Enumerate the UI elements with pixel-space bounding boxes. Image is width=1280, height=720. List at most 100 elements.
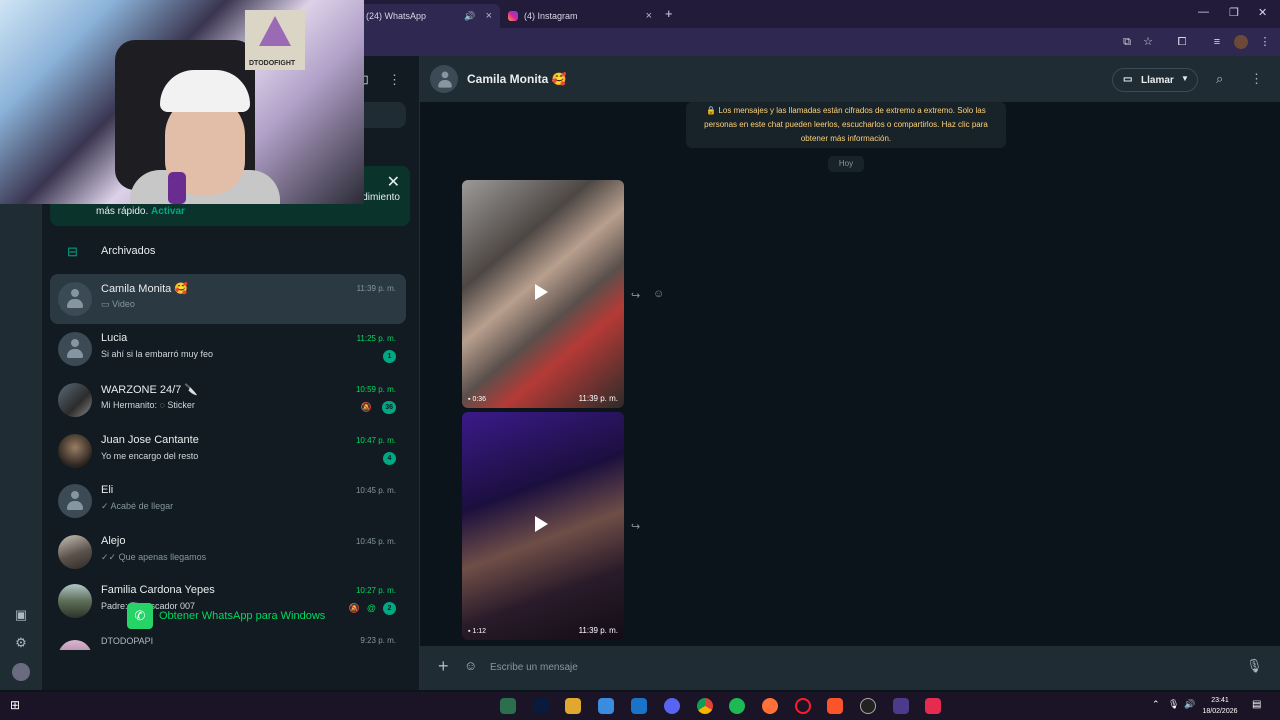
clock[interactable]: 23:41 18/02/2026 <box>1198 695 1242 717</box>
chat-preview: Yo me encargo del resto <box>101 451 199 461</box>
chrome-icon[interactable] <box>697 698 713 714</box>
chat-name: Familia Cardona Yepes <box>101 584 215 596</box>
chevron-down-icon: ▼ <box>1181 74 1189 83</box>
tray-mic-icon[interactable]: 🎙 <box>1168 699 1179 710</box>
settings-gear-icon[interactable]: ⚙ <box>12 634 30 652</box>
chat-item[interactable]: Alejo ✓✓ Que apenas llegamos 10:45 p. m. <box>50 527 406 577</box>
get-whatsapp-windows-link[interactable]: ✆ Obtener WhatsApp para Windows <box>127 603 337 629</box>
muted-bell-icon: 🔕 <box>348 603 360 613</box>
tab-instagram[interactable]: (4) Instagram × <box>500 4 660 28</box>
contact-avatar[interactable] <box>430 65 458 93</box>
chat-item[interactable]: DTODOPAPI 9:23 p. m. <box>50 628 406 650</box>
play-icon[interactable] <box>535 284 548 300</box>
profile-avatar-icon[interactable] <box>1234 35 1248 49</box>
opera-icon[interactable] <box>795 698 811 714</box>
avatar <box>58 383 92 417</box>
browser-menu-icon[interactable]: ⋮ <box>1258 35 1272 49</box>
bookmark-star-icon[interactable]: ☆ <box>1141 35 1155 49</box>
duration-text: 1:12 <box>472 628 487 635</box>
chat-item[interactable]: Juan Jose Cantante Yo me encargo del res… <box>50 426 406 476</box>
emoji-react-icon[interactable]: ☺ <box>653 288 664 300</box>
notice-text-line: más rápido. Activar <box>96 206 185 217</box>
chat-preview: ✓ Acabé de llegar <box>101 501 174 511</box>
poster: DTODOFIGHT <box>245 10 305 70</box>
tray-volume-icon[interactable]: 🔊 <box>1184 699 1195 710</box>
chat-name: Camila Monita 🥰 <box>101 283 189 295</box>
sticker-emoji-icon[interactable]: ☺ <box>464 658 477 673</box>
spotify-icon[interactable] <box>729 698 745 714</box>
extensions-icon[interactable]: ⧠ <box>1175 35 1189 49</box>
contact-name[interactable]: Camila Monita 🥰 <box>467 72 567 86</box>
notice-prefix: más rápido. <box>96 206 149 217</box>
minimize-icon[interactable]: — <box>1198 6 1209 18</box>
chat-time: 10:45 p. m. <box>355 486 396 495</box>
tab-whatsapp[interactable]: (24) WhatsApp 🔊 × <box>358 4 500 28</box>
menu-dots-icon[interactable]: ⋮ <box>1250 71 1263 87</box>
chat-name: Juan Jose Cantante <box>101 434 199 446</box>
chat-item[interactable]: WARZONE 24/7 🔪 Mi Hermanito: ◌ Sticker 1… <box>50 375 406 425</box>
user-avatar[interactable] <box>12 663 30 681</box>
windows-start-icon[interactable]: ⊞ <box>10 698 20 712</box>
play-icon[interactable] <box>535 516 548 532</box>
clock-date: 18/02/2026 <box>1202 708 1238 715</box>
chat-preview: Si ahí si la embarró muy feo <box>101 349 214 359</box>
search-icon[interactable]: ⌕ <box>1216 71 1223 87</box>
avatar <box>58 484 92 518</box>
speaker-icon[interactable]: 🔊 <box>464 11 475 22</box>
menu-dots-icon[interactable]: ⋮ <box>388 72 401 88</box>
attach-plus-icon[interactable]: + <box>438 656 449 677</box>
chat-time: 11:25 p. m. <box>356 334 396 343</box>
media-icon[interactable]: ▣ <box>12 606 30 624</box>
outlook-icon[interactable] <box>631 698 647 714</box>
chat-item[interactable]: Eli ✓ Acabé de llegar 10:45 p. m. <box>50 476 406 526</box>
chat-preview: ✓✓ Que apenas llegamos <box>101 552 207 562</box>
close-tab-icon[interactable]: × <box>646 10 652 22</box>
duration-text: 0:36 <box>472 396 487 403</box>
instagram-icon <box>508 11 518 21</box>
chat-item[interactable]: Camila Monita 🥰 ▭ Video 11:39 p. m. <box>50 274 406 324</box>
avatar <box>58 640 92 650</box>
discord-icon[interactable] <box>664 698 680 714</box>
video-message[interactable]: ▪ 0:36 11:39 p. m. <box>462 180 624 408</box>
tiktok-icon[interactable] <box>925 698 941 714</box>
new-tab-plus-icon[interactable]: + <box>665 6 673 21</box>
forward-icon[interactable]: ↪ <box>631 289 640 302</box>
clock-time: 23:41 <box>1211 697 1229 704</box>
close-tab-icon[interactable]: × <box>486 10 492 22</box>
file-explorer-icon[interactable] <box>565 698 581 714</box>
brave-icon[interactable] <box>827 698 843 714</box>
close-icon[interactable]: ✕ <box>387 172 400 192</box>
day-separator: Hoy <box>828 156 864 172</box>
conversation-header[interactable]: Camila Monita 🥰 ▭ Llamar ▼ ⌕ ⋮ <box>420 56 1280 102</box>
activate-link[interactable]: Activar <box>151 206 185 217</box>
video-message[interactable]: ▪ 1:12 11:39 p. m. <box>462 412 624 640</box>
taskbar-app-icon[interactable] <box>500 698 516 714</box>
video-duration: ▪ 0:36 <box>468 396 487 403</box>
store-icon[interactable] <box>598 698 614 714</box>
notifications-icon[interactable]: ▤ <box>1252 699 1261 710</box>
chat-item[interactable]: Lucia Si ahí si la embarró muy feo 11:25… <box>50 324 406 374</box>
chrome-active-icon[interactable] <box>893 698 909 714</box>
chat-time: 11:39 p. m. <box>356 284 396 293</box>
unread-badge: 4 <box>383 452 396 465</box>
tray-chevron-icon[interactable]: ⌃ <box>1152 699 1160 710</box>
call-button[interactable]: ▭ Llamar ▼ <box>1112 68 1198 92</box>
archived-row[interactable]: ⊟ Archivados <box>42 234 420 270</box>
install-app-icon[interactable]: ⧉ <box>1120 35 1134 49</box>
forward-icon[interactable]: ↪ <box>631 520 640 533</box>
video-camera-icon: ▭ <box>101 299 110 309</box>
close-window-icon[interactable]: ✕ <box>1258 6 1267 19</box>
photoshop-icon[interactable] <box>533 698 549 714</box>
conversation-panel: Camila Monita 🥰 ▭ Llamar ▼ ⌕ ⋮ 🔒 Los men… <box>420 56 1280 690</box>
microphone-icon[interactable]: 🎙 <box>1246 658 1263 674</box>
obs-icon[interactable] <box>860 698 876 714</box>
archived-label: Archivados <box>101 245 156 257</box>
restore-icon[interactable]: ❐ <box>1229 6 1239 19</box>
chat-time: 10:59 p. m. <box>355 385 396 394</box>
chat-time: 10:45 p. m. <box>355 537 396 546</box>
reading-list-icon[interactable]: ≡ <box>1210 35 1224 49</box>
tab-label: (24) WhatsApp <box>366 11 427 21</box>
firefox-icon[interactable] <box>762 698 778 714</box>
message-input[interactable]: Escribe un mensaje <box>486 654 1236 682</box>
encryption-notice[interactable]: 🔒 Los mensajes y las llamadas están cifr… <box>686 102 1006 148</box>
